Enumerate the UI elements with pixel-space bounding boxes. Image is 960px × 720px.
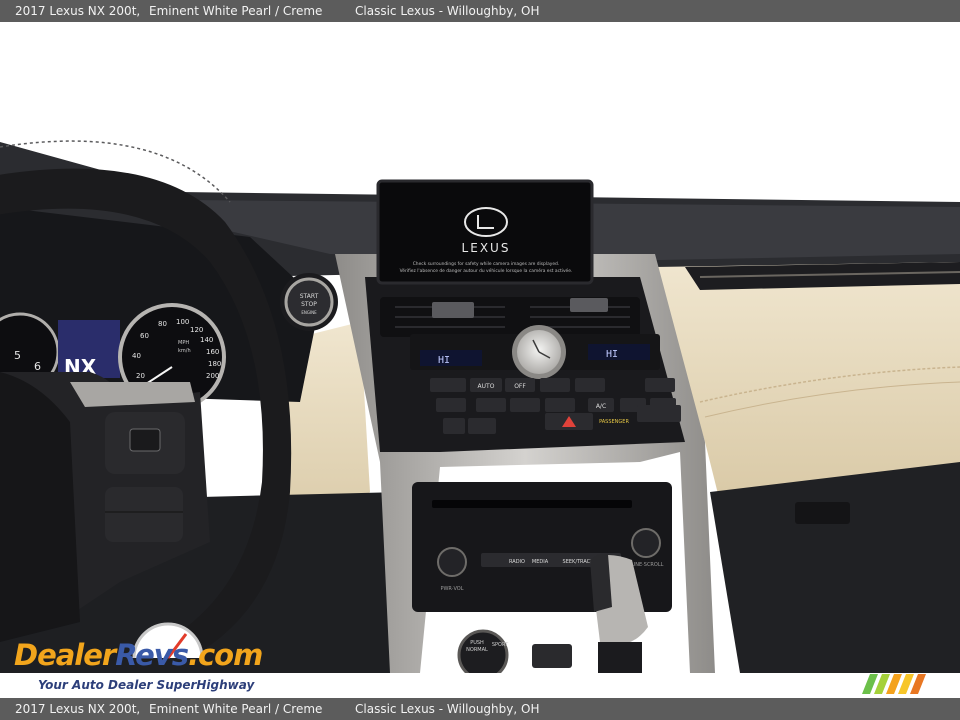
media-button[interactable]: MEDIA [532,559,549,565]
dealer-name: Classic Lexus - Willoughby, OH [355,4,540,18]
cd-slot[interactable] [432,500,632,508]
steering-ok-button[interactable] [129,428,161,452]
radio-button[interactable]: RADIO [509,559,525,565]
speedo-unit-kmh: km/h [178,348,191,354]
dashboard-photo: 5 6 NX 20 40 60 80 100 120 140 160 180 2… [0,22,960,673]
top-caption-bar: 2017 Lexus NX 200t, Eminent White Pearl … [0,0,960,22]
recirc-button[interactable] [575,378,605,392]
speedo-tick: 100 [176,318,189,326]
logo-part-dealer: Dealer [14,638,116,672]
dealer-name: Classic Lexus - Willoughby, OH [355,702,540,716]
speedo-tick: 140 [200,336,213,344]
tune-scroll-knob[interactable] [631,528,661,558]
svg-text:NORMAL: NORMAL [466,647,488,653]
dealerrevs-watermark: DealerRevs.com Your Auto Dealer SuperHig… [10,620,270,696]
air-source-button[interactable] [545,398,575,412]
screen-caution-fr: Vérifiez l'absence de danger autour du v… [400,267,573,274]
svg-text:STOP: STOP [301,301,317,308]
logo-part-revs: Revs [115,638,189,672]
speedo-tick: 180 [208,360,221,368]
svg-text:SPORT: SPORT [492,642,509,648]
logo-part-com: .com [187,638,263,672]
seat-heat-indicator[interactable] [468,418,496,434]
seat-heat-left-button[interactable] [443,418,465,434]
vehicle-title: 2017 Lexus NX 200t, [15,702,141,716]
dashboard-illustration: 5 6 NX 20 40 60 80 100 120 140 160 180 2… [0,22,960,673]
front-defrost-button[interactable] [476,398,506,412]
speedo-tick: 80 [158,320,167,328]
mode-button[interactable] [510,398,540,412]
svg-text:ENGINE: ENGINE [301,310,317,315]
airbag-indicator: PASSENGER [599,419,629,425]
parking-brake-switch[interactable] [532,644,572,668]
temp-up-left-button[interactable] [430,378,466,392]
temp-up-right-button[interactable] [645,378,675,392]
power-volume-knob[interactable] [437,547,467,577]
svg-text:AUTO: AUTO [478,383,495,390]
svg-text:START: START [300,293,319,300]
svg-text:PUSH: PUSH [470,640,484,646]
vehicle-title: 2017 Lexus NX 200t, [15,4,141,18]
stripes-logo-icon [862,674,926,694]
screen-brand: LEXUS [462,241,511,255]
vehicle-colors: Eminent White Pearl / Creme [149,4,323,18]
svg-text:OFF: OFF [514,383,526,390]
seat-heat-right-button[interactable] [637,405,681,422]
tach-tick-6: 6 [34,360,41,373]
vent-tab-left[interactable] [432,302,474,318]
speedo-tick: 200 [206,372,219,380]
speedo-tick: 60 [140,332,149,340]
speedo-tick: 40 [132,352,141,360]
tach-tick-5: 5 [14,349,21,362]
speedo-unit-mph: MPH [178,340,189,346]
climate-right-temp: HI [606,349,618,360]
seek-track-button[interactable]: SEEK/TRACK [563,559,595,565]
speedo-tick: 160 [206,348,219,356]
temp-down-left-button[interactable] [436,398,466,412]
svg-text:A/C: A/C [596,403,606,410]
bottom-caption-bar: 2017 Lexus NX 200t, Eminent White Pearl … [0,698,960,720]
climate-left-temp: HI [438,355,450,366]
infotainment-screen[interactable] [376,179,594,285]
vehicle-colors: Eminent White Pearl / Creme [149,702,323,716]
vent-tab-right[interactable] [570,298,608,312]
power-volume-label: PWR·VOL [440,586,463,592]
speedo-tick: 20 [136,372,145,380]
fan-button[interactable] [540,378,570,392]
logo-tagline: Your Auto Dealer SuperHighway [38,678,255,692]
speedo-tick: 120 [190,326,203,334]
steering-phone-buttons[interactable] [105,487,183,542]
screen-caution: Check surroundings for safety while came… [413,261,560,267]
